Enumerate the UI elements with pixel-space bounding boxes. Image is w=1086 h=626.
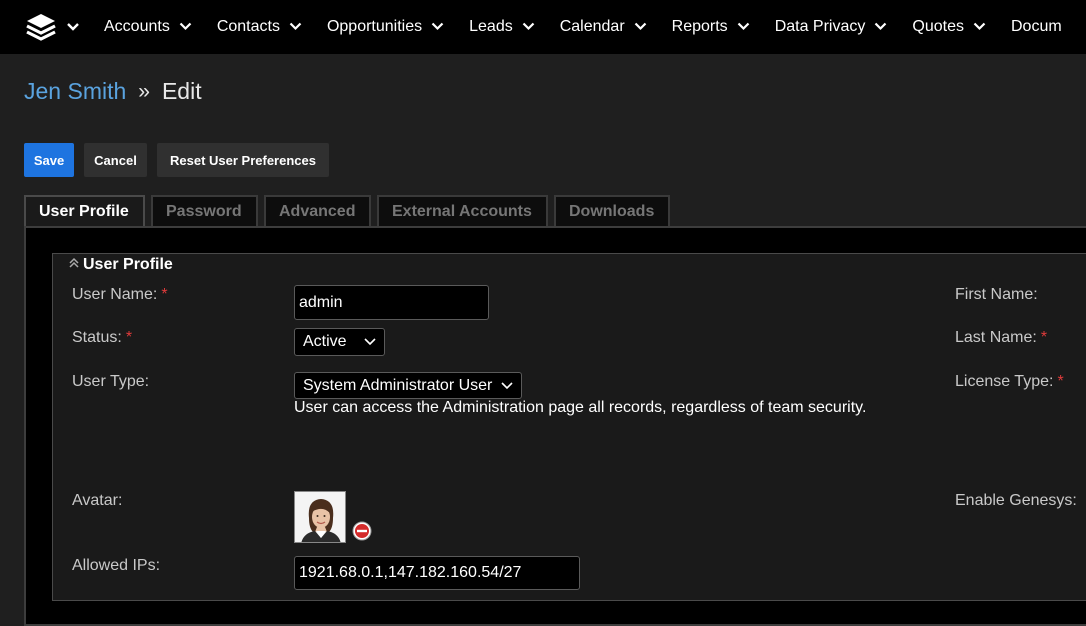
- chevron-down-icon: [179, 18, 192, 36]
- status-select[interactable]: Active: [294, 328, 385, 356]
- minus-circle-icon: [352, 521, 372, 545]
- nav-item-label: Accounts: [104, 18, 170, 35]
- tab-advanced[interactable]: Advanced: [264, 195, 371, 226]
- nav-item-leads[interactable]: Leads: [469, 18, 535, 36]
- nav-item-data-privacy[interactable]: Data Privacy: [775, 18, 888, 36]
- top-navigation: Accounts Contacts Opportunities Leads Calend…: [0, 0, 1086, 54]
- nav-item-opportunities[interactable]: Opportunities: [327, 18, 444, 36]
- nav-item-quotes[interactable]: Quotes: [912, 18, 986, 36]
- user-name-input[interactable]: [294, 285, 489, 320]
- avatar-image[interactable]: [294, 491, 346, 543]
- user-type-select[interactable]: System Administrator User: [294, 372, 522, 399]
- nav-item-label: Data Privacy: [774, 18, 866, 35]
- status-label: Status: *: [72, 329, 133, 346]
- nav-item-label: Quotes: [912, 18, 964, 35]
- tab-downloads[interactable]: Downloads: [554, 195, 670, 226]
- stacked-layers-logo-icon: [26, 13, 56, 41]
- first-name-label: First Name:: [955, 286, 1038, 303]
- nav-item-label: Opportunities: [326, 18, 423, 35]
- chevron-down-icon: [66, 22, 80, 32]
- nav-item-label: Reports: [671, 18, 728, 35]
- user-type-selected-value: System Administrator User: [303, 376, 493, 394]
- user-type-help-text: User can access the Administration page …: [294, 399, 867, 416]
- nav-item-calendar[interactable]: Calendar: [560, 18, 647, 36]
- breadcrumb: Jen Smith » Edit: [24, 78, 202, 105]
- required-marker: *: [125, 329, 133, 346]
- last-name-label: Last Name: *: [955, 329, 1048, 346]
- page-title: Edit: [161, 78, 202, 104]
- tab-external-accounts[interactable]: External Accounts: [377, 195, 548, 226]
- chevron-down-icon: [737, 18, 750, 36]
- avatar-label: Avatar:: [72, 492, 123, 509]
- nav-item-label: Calendar: [559, 18, 625, 35]
- user-name-label: User Name: *: [72, 286, 168, 303]
- action-toolbar: Save Cancel Reset User Preferences: [24, 143, 339, 177]
- chevron-down-icon: [522, 18, 535, 36]
- nav-item-label: Docum: [1010, 18, 1062, 35]
- allowed-ips-label: Allowed IPs:: [72, 557, 161, 574]
- double-chevron-up-icon: [68, 256, 80, 274]
- remove-avatar-button[interactable]: [352, 521, 372, 546]
- nav-item-docum[interactable]: Docum: [1011, 18, 1062, 36]
- required-marker: *: [1040, 329, 1048, 346]
- module-menu: Accounts Contacts Opportunities Leads Calend…: [104, 18, 1086, 36]
- user-type-label: User Type:: [72, 373, 150, 390]
- chevron-down-icon: [874, 18, 887, 36]
- section-header[interactable]: User Profile: [68, 256, 173, 274]
- tab-password[interactable]: Password: [151, 195, 258, 226]
- license-type-label: License Type: *: [955, 373, 1064, 390]
- logo-menu[interactable]: [26, 13, 80, 41]
- nav-item-contacts[interactable]: Contacts: [217, 18, 302, 36]
- nav-item-label: Contacts: [216, 18, 280, 35]
- reset-user-preferences-button[interactable]: Reset User Preferences: [157, 143, 329, 177]
- chevron-down-icon: [634, 18, 647, 36]
- save-button[interactable]: Save: [24, 143, 74, 177]
- status-selected-value: Active: [303, 333, 347, 350]
- allowed-ips-input[interactable]: [294, 556, 580, 590]
- required-marker: *: [161, 286, 168, 303]
- chevron-down-icon: [431, 18, 444, 36]
- user-profile-section: [52, 253, 1086, 601]
- breadcrumb-record-link[interactable]: Jen Smith: [24, 78, 126, 105]
- section-title: User Profile: [83, 256, 173, 273]
- chevron-down-icon: [364, 333, 376, 351]
- enable-genesys-label: Enable Genesys:: [955, 492, 1077, 509]
- breadcrumb-separator: »: [138, 79, 150, 103]
- nav-item-label: Leads: [469, 18, 513, 35]
- chevron-down-icon: [289, 18, 302, 36]
- nav-item-reports[interactable]: Reports: [672, 18, 750, 36]
- chevron-down-icon: [973, 18, 986, 36]
- chevron-down-icon: [501, 377, 513, 395]
- required-marker: *: [1057, 373, 1064, 390]
- tab-user-profile[interactable]: User Profile: [24, 195, 145, 226]
- cancel-button[interactable]: Cancel: [84, 143, 147, 177]
- tab-bar: User Profile Password Advanced External …: [24, 195, 676, 226]
- nav-item-accounts[interactable]: Accounts: [104, 18, 192, 36]
